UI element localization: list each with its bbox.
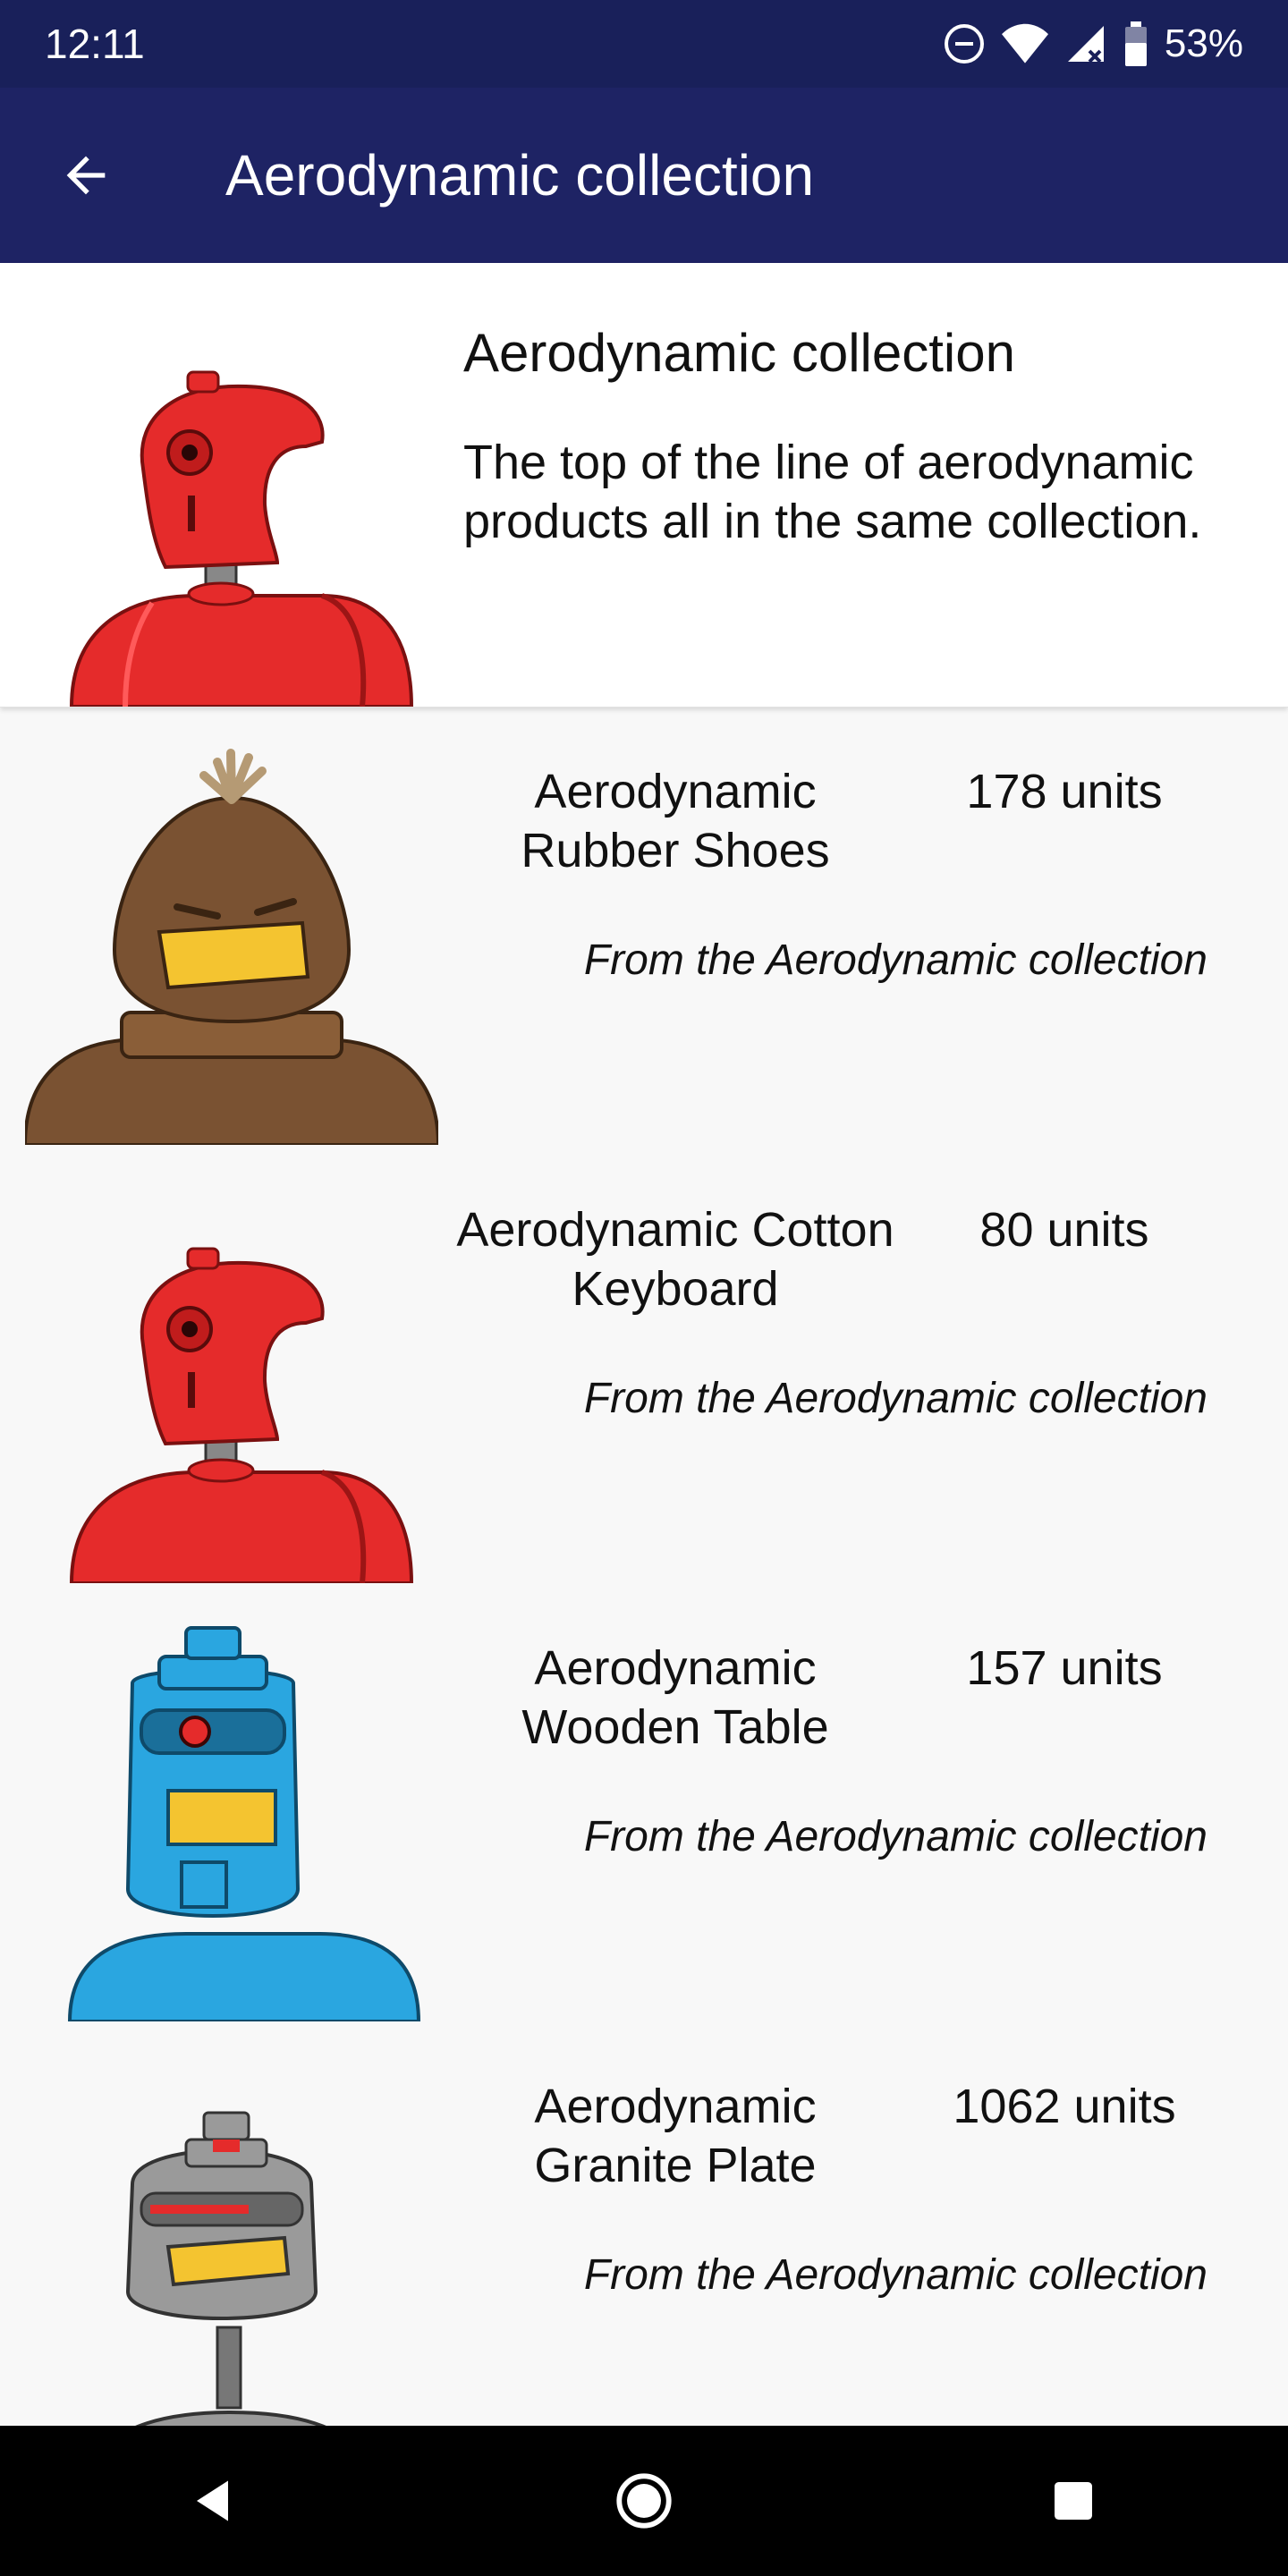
nav-home-button[interactable] (590, 2447, 698, 2555)
product-collection-label: From the Aerodynamic collection (583, 1375, 1208, 1422)
product-name: Aerodynamic Cotton Keyboard (456, 1203, 894, 1316)
status-icons: 53% (943, 21, 1243, 66)
page-title: Aerodynamic collection (225, 143, 815, 208)
back-triangle-icon (197, 2480, 228, 2521)
blue-robot-illustration (67, 1626, 421, 2021)
battery-percent: 53% (1164, 21, 1243, 65)
nav-back-button[interactable] (161, 2447, 268, 2555)
back-button[interactable] (43, 132, 129, 218)
brown-robot-illustration (25, 749, 438, 1145)
app-bar: Aerodynamic collection (0, 88, 1288, 263)
status-time: 12:11 (45, 21, 145, 67)
gray-robot-illustration (94, 2111, 368, 2460)
product-collection-label: From the Aerodynamic collection (583, 2251, 1208, 2299)
status-bar: 12:11 53% (0, 0, 1288, 88)
product-name: Aerodynamic Granite Plate (534, 2080, 817, 2192)
home-circle-icon (616, 2473, 672, 2529)
product-units: 80 units (979, 1203, 1149, 1257)
system-navigation-bar (0, 2426, 1288, 2576)
product-units: 1062 units (953, 2080, 1176, 2133)
recents-square-icon (1055, 2482, 1092, 2520)
list-item[interactable]: Aerodynamic Granite Plate 1062 units Fro… (0, 2021, 1288, 2460)
battery-icon (1124, 21, 1147, 66)
product-collection-label: From the Aerodynamic collection (583, 936, 1208, 984)
collection-header-card: Aerodynamic collection The top of the li… (0, 263, 1288, 708)
product-collection-label: From the Aerodynamic collection (583, 1813, 1208, 1860)
product-image (25, 1182, 438, 1583)
nav-recents-button[interactable] (1020, 2447, 1127, 2555)
list-item[interactable]: Aerodynamic Wooden Table 157 units From … (0, 1583, 1288, 2021)
product-image (25, 1621, 438, 2021)
list-item[interactable]: Aerodynamic Rubber Shoes 178 units From … (0, 707, 1288, 1145)
product-units: 178 units (966, 765, 1163, 818)
arrow-back-icon (66, 156, 106, 195)
collection-image (54, 361, 429, 707)
product-name: Aerodynamic Wooden Table (521, 1641, 829, 1754)
list-item[interactable]: Aerodynamic Cotton Keyboard 80 units Fro… (0, 1145, 1288, 1583)
red-robot-illustration (69, 370, 414, 707)
product-image (25, 2059, 438, 2460)
red-robot-illustration (69, 1247, 414, 1583)
collection-description: The top of the line of aerodynamic produ… (463, 436, 1202, 548)
cellular-signal-icon (1067, 26, 1104, 64)
do-not-disturb-icon (944, 24, 984, 64)
product-image (25, 744, 438, 1145)
product-units: 157 units (966, 1641, 1163, 1695)
product-name: Aerodynamic Rubber Shoes (521, 765, 830, 877)
wifi-icon (1001, 23, 1048, 64)
collection-title: Aerodynamic collection (463, 323, 1015, 383)
